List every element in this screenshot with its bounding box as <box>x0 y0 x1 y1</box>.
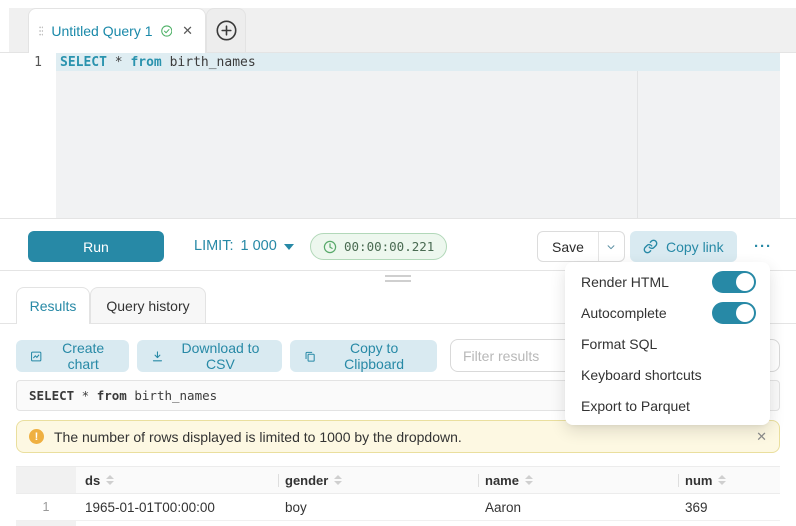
new-query-tab-button[interactable] <box>206 8 246 52</box>
editor-background <box>56 53 780 218</box>
column-label: name <box>485 473 519 488</box>
table-row: 1 1965-01-01T00:00:00 boy Aaron 369 <box>16 494 780 521</box>
copy-clipboard-button[interactable]: Copy to Clipboard <box>290 340 437 372</box>
sql-editor[interactable]: 1 SELECT * from birth_names <box>0 53 796 218</box>
column-header-gender[interactable]: gender <box>285 467 342 493</box>
limit-label: LIMIT: <box>194 238 233 254</box>
sort-icon <box>525 475 533 485</box>
editor-gutter: 1 <box>0 53 56 218</box>
create-chart-label: Create chart <box>51 340 115 372</box>
sort-icon <box>106 475 114 485</box>
link-icon <box>643 239 658 254</box>
sql-lab-window: Untitled Query 1 ✕ 1 SELECT * from birth… <box>0 0 796 526</box>
tab-untitled-query[interactable]: Untitled Query 1 ✕ <box>28 8 206 53</box>
tab-query-history-label: Query history <box>106 298 189 314</box>
pane-resize-handle[interactable] <box>385 275 411 285</box>
render-html-toggle[interactable] <box>712 271 756 293</box>
column-label: gender <box>285 473 328 488</box>
chevron-down-icon <box>606 242 616 252</box>
menu-item-export-parquet[interactable]: Export to Parquet <box>565 390 770 421</box>
sort-icon <box>334 475 342 485</box>
more-options-menu: Render HTML Autocomplete Format SQL Keyb… <box>565 262 770 425</box>
column-resize-handle[interactable] <box>478 474 479 487</box>
editor-bottom-divider <box>0 218 796 219</box>
menu-item-render-html[interactable]: Render HTML <box>565 266 770 297</box>
tab-query-history[interactable]: Query history <box>90 287 206 323</box>
sql-code-line[interactable]: SELECT * from birth_names <box>60 54 256 72</box>
alert-message: The number of rows displayed is limited … <box>54 429 746 445</box>
download-csv-label: Download to CSV <box>173 340 268 372</box>
column-resize-handle[interactable] <box>278 474 279 487</box>
menu-item-label: Format SQL <box>581 336 756 352</box>
check-circle-icon <box>161 23 173 39</box>
sql-keyword: from <box>130 55 161 70</box>
alert-close-icon[interactable]: ✕ <box>756 429 767 445</box>
copy-link-label: Copy link <box>666 239 724 255</box>
more-options-button[interactable]: ··· <box>748 232 778 260</box>
plus-circle-icon <box>216 20 237 41</box>
sql-text: birth_names <box>127 388 217 403</box>
column-resize-handle[interactable] <box>678 474 679 487</box>
autocomplete-toggle[interactable] <box>712 302 756 324</box>
cell-num: 369 <box>685 494 708 520</box>
table-header-row: ds gender name num <box>16 466 780 494</box>
chart-icon <box>30 349 42 364</box>
warning-icon: ! <box>29 429 44 444</box>
sql-text: * <box>107 55 130 70</box>
cell-ds: 1965-01-01T00:00:00 <box>85 494 215 520</box>
limit-dropdown[interactable]: LIMIT: 1 000 <box>194 238 294 254</box>
sql-keyword: from <box>97 388 127 403</box>
save-button[interactable]: Save <box>538 232 598 261</box>
timer-value: 00:00:00.221 <box>344 239 434 254</box>
column-header-num[interactable]: num <box>685 467 726 493</box>
menu-item-label: Export to Parquet <box>581 398 756 414</box>
run-button[interactable]: Run <box>28 231 164 262</box>
line-number: 1 <box>34 55 42 70</box>
clock-icon <box>323 240 337 254</box>
column-label: num <box>685 473 712 488</box>
sql-text: birth_names <box>162 55 256 70</box>
menu-item-label: Render HTML <box>581 274 712 290</box>
download-csv-button[interactable]: Download to CSV <box>137 340 282 372</box>
download-icon <box>151 349 164 364</box>
save-split-button: Save <box>537 231 625 262</box>
menu-item-keyboard-shortcuts[interactable]: Keyboard shortcuts <box>565 359 770 390</box>
save-menu-button[interactable] <box>598 232 624 261</box>
menu-item-autocomplete[interactable]: Autocomplete <box>565 297 770 328</box>
sort-icon <box>718 475 726 485</box>
sql-keyword: SELECT <box>29 388 74 403</box>
limit-value: 1 000 <box>240 238 276 254</box>
cell-name: Aaron <box>485 494 521 520</box>
copy-link-button[interactable]: Copy link <box>630 231 737 262</box>
column-label: ds <box>85 473 100 488</box>
table-row-partial <box>16 521 780 526</box>
query-timer: 00:00:00.221 <box>310 233 447 260</box>
tab-results[interactable]: Results <box>16 287 90 324</box>
close-tab-icon[interactable]: ✕ <box>182 23 193 39</box>
row-index <box>16 521 76 526</box>
drag-grip-icon[interactable] <box>39 24 43 38</box>
row-index: 1 <box>16 494 76 520</box>
tab-results-label: Results <box>30 298 77 314</box>
index-column-header <box>16 467 76 493</box>
column-header-ds[interactable]: ds <box>85 467 114 493</box>
sql-keyword: SELECT <box>60 55 107 70</box>
create-chart-button[interactable]: Create chart <box>16 340 129 372</box>
menu-item-label: Autocomplete <box>581 305 712 321</box>
copy-icon <box>304 349 316 364</box>
cell-gender: boy <box>285 494 307 520</box>
sql-text: * <box>74 388 97 403</box>
menu-item-format-sql[interactable]: Format SQL <box>565 328 770 359</box>
caret-down-icon <box>284 244 294 250</box>
editor-print-margin <box>637 53 638 218</box>
tab-title: Untitled Query 1 <box>51 23 152 39</box>
column-header-name[interactable]: name <box>485 467 533 493</box>
copy-clipboard-label: Copy to Clipboard <box>325 340 423 372</box>
menu-item-label: Keyboard shortcuts <box>581 367 756 383</box>
